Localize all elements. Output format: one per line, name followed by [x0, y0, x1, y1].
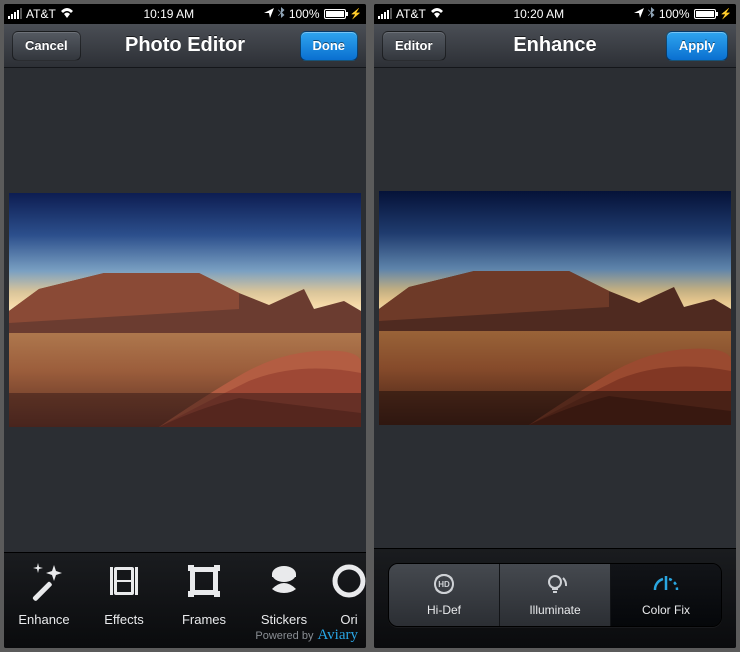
tool-orientation[interactable]: Ori — [324, 561, 366, 627]
bulb-icon — [540, 572, 570, 599]
segment-illuminate[interactable]: Illuminate — [500, 564, 611, 626]
sticker-icon — [264, 561, 304, 606]
tool-label: Frames — [182, 612, 226, 627]
gauge-icon — [651, 572, 681, 599]
tool-label: Ori — [340, 612, 357, 627]
film-icon — [104, 561, 144, 606]
battery-icon — [694, 9, 716, 19]
tool-label: Effects — [104, 612, 144, 627]
nav-bar: Cancel Photo Editor Done — [4, 24, 366, 68]
cancel-button[interactable]: Cancel — [12, 31, 81, 61]
battery-icon — [324, 9, 346, 19]
tool-enhance[interactable]: Enhance — [4, 561, 84, 627]
back-button[interactable]: Editor — [382, 31, 446, 61]
edited-photo — [9, 193, 361, 427]
enhance-segmented: HD Hi-Def Illuminate Color Fix — [388, 563, 722, 627]
wifi-icon — [430, 7, 444, 22]
tool-effects[interactable]: Effects — [84, 561, 164, 627]
charging-icon: ⚡ — [720, 9, 732, 20]
rotate-icon — [329, 561, 366, 606]
clock: 10:19 AM — [143, 7, 194, 21]
charging-icon: ⚡ — [350, 9, 362, 20]
edited-photo — [379, 191, 731, 425]
enhance-toolbar: HD Hi-Def Illuminate Color Fix — [374, 548, 736, 648]
carrier: AT&T — [26, 7, 56, 21]
tool-stickers[interactable]: Stickers — [244, 561, 324, 627]
battery-pct: 100% — [659, 7, 690, 21]
segment-colorfix[interactable]: Color Fix — [611, 564, 721, 626]
brand-label: Aviary — [317, 627, 358, 644]
location-icon — [634, 8, 644, 21]
signal-icon — [8, 9, 22, 19]
wifi-icon — [60, 7, 74, 22]
photo-canvas[interactable] — [4, 68, 366, 552]
status-bar: AT&T 10:19 AM 100% ⚡ — [4, 4, 366, 24]
carrier: AT&T — [396, 7, 426, 21]
powered-by: Powered by Aviary — [255, 627, 358, 644]
status-bar: AT&T 10:20 AM 100% ⚡ — [374, 4, 736, 24]
svg-text:HD: HD — [438, 580, 450, 589]
tool-toolbar: Enhance Effects Frames Stickers Ori — [4, 552, 366, 648]
hd-icon: HD — [429, 572, 459, 599]
photo-canvas[interactable] — [374, 68, 736, 548]
frame-icon — [184, 561, 224, 606]
phone-left: AT&T 10:19 AM 100% ⚡ Cancel Photo Editor… — [4, 4, 366, 648]
wand-icon — [24, 561, 64, 606]
segment-hidef[interactable]: HD Hi-Def — [389, 564, 500, 626]
done-button[interactable]: Done — [300, 31, 359, 61]
segment-label: Color Fix — [642, 603, 690, 617]
bluetooth-icon — [648, 7, 655, 22]
location-icon — [264, 8, 274, 21]
apply-button[interactable]: Apply — [666, 31, 728, 61]
phone-right: AT&T 10:20 AM 100% ⚡ Editor Enhance Appl… — [374, 4, 736, 648]
signal-icon — [378, 9, 392, 19]
tool-frames[interactable]: Frames — [164, 561, 244, 627]
nav-bar: Editor Enhance Apply — [374, 24, 736, 68]
battery-pct: 100% — [289, 7, 320, 21]
clock: 10:20 AM — [513, 7, 564, 21]
tool-label: Enhance — [18, 612, 69, 627]
tool-label: Stickers — [261, 612, 307, 627]
bluetooth-icon — [278, 7, 285, 22]
powered-label: Powered by — [255, 630, 313, 642]
segment-label: Illuminate — [529, 603, 580, 617]
segment-label: Hi-Def — [427, 603, 461, 617]
